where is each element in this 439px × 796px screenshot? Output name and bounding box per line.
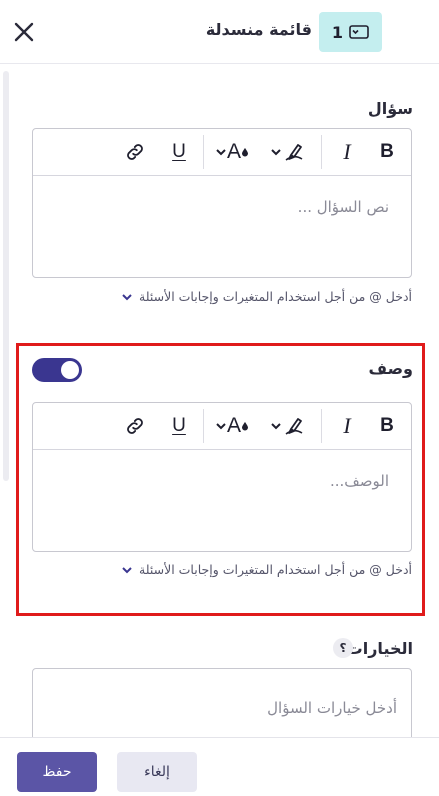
chevron-down-icon bbox=[271, 149, 281, 156]
toolbar-divider bbox=[321, 409, 322, 443]
chevron-down-icon bbox=[216, 149, 226, 156]
description-toggle[interactable] bbox=[32, 358, 82, 382]
question-number: 1 bbox=[331, 22, 344, 42]
dropdown-question-editor: 1 قائمة منسدلة سؤال U A I B نص السؤال ..… bbox=[0, 0, 439, 796]
help-icon[interactable]: ؟ bbox=[333, 638, 353, 658]
toolbar-divider bbox=[321, 135, 322, 169]
question-label: سؤال bbox=[367, 99, 413, 118]
italic-button[interactable]: I bbox=[333, 137, 361, 167]
link-icon bbox=[127, 418, 143, 434]
chevron-down-icon bbox=[122, 293, 132, 300]
description-text-area[interactable]: الوصف... bbox=[33, 450, 411, 490]
dropdown-icon bbox=[349, 25, 369, 39]
highlighter-icon bbox=[285, 144, 303, 161]
link-button[interactable] bbox=[120, 411, 150, 441]
save-button[interactable]: حفظ bbox=[17, 752, 97, 792]
underline-button[interactable]: U bbox=[164, 411, 194, 441]
description-variables-hint[interactable]: أدخل @ من أجل استخدام المتغيرات وإجابات … bbox=[121, 562, 412, 577]
chevron-down-icon bbox=[216, 423, 226, 430]
panel-title: قائمة منسدلة bbox=[205, 20, 312, 39]
panel-header: 1 قائمة منسدلة bbox=[0, 0, 439, 64]
font-color-button[interactable]: A bbox=[209, 411, 255, 441]
description-toolbar: U A I B bbox=[33, 403, 411, 450]
underline-button[interactable]: U bbox=[164, 137, 194, 167]
choices-input[interactable]: أدخل خيارات السؤال bbox=[32, 668, 412, 737]
bold-button[interactable]: B bbox=[373, 411, 401, 441]
description-editor[interactable]: U A I B الوصف... bbox=[32, 402, 412, 552]
italic-button[interactable]: I bbox=[333, 411, 361, 441]
question-toolbar: U A I B bbox=[33, 129, 411, 176]
link-icon bbox=[127, 144, 143, 160]
bold-button[interactable]: B bbox=[373, 137, 401, 167]
highlight-button[interactable] bbox=[265, 137, 311, 167]
choices-label: الخيارات bbox=[346, 639, 413, 658]
chevron-down-icon bbox=[271, 423, 281, 430]
chevron-down-icon bbox=[122, 566, 132, 573]
question-variables-hint[interactable]: أدخل @ من أجل استخدام المتغيرات وإجابات … bbox=[121, 289, 412, 304]
close-icon bbox=[14, 22, 34, 42]
hint-text: أدخل @ من أجل استخدام المتغيرات وإجابات … bbox=[139, 289, 412, 304]
close-button[interactable] bbox=[8, 16, 40, 48]
panel-body[interactable]: سؤال U A I B نص السؤال ... أدخل @ من أجل… bbox=[0, 65, 439, 737]
font-color-letter: A bbox=[226, 140, 241, 163]
toolbar-divider bbox=[203, 409, 204, 443]
question-editor[interactable]: U A I B نص السؤال ... bbox=[32, 128, 412, 278]
panel-footer: إلغاء حفظ bbox=[0, 737, 439, 796]
highlight-button[interactable] bbox=[265, 411, 311, 441]
font-color-button[interactable]: A bbox=[209, 137, 255, 167]
font-color-letter: A bbox=[226, 414, 241, 437]
question-type-badge: 1 bbox=[319, 12, 382, 52]
link-button[interactable] bbox=[120, 137, 150, 167]
toolbar-divider bbox=[203, 135, 204, 169]
highlighter-icon bbox=[285, 418, 303, 435]
description-label: وصف bbox=[368, 359, 413, 378]
color-drop-icon bbox=[242, 148, 248, 157]
cancel-button[interactable]: إلغاء bbox=[117, 752, 197, 792]
toggle-knob bbox=[61, 361, 79, 379]
hint-text: أدخل @ من أجل استخدام المتغيرات وإجابات … bbox=[139, 562, 412, 577]
scrollbar[interactable] bbox=[3, 71, 9, 481]
question-text-area[interactable]: نص السؤال ... bbox=[33, 176, 411, 216]
color-drop-icon bbox=[242, 422, 248, 431]
